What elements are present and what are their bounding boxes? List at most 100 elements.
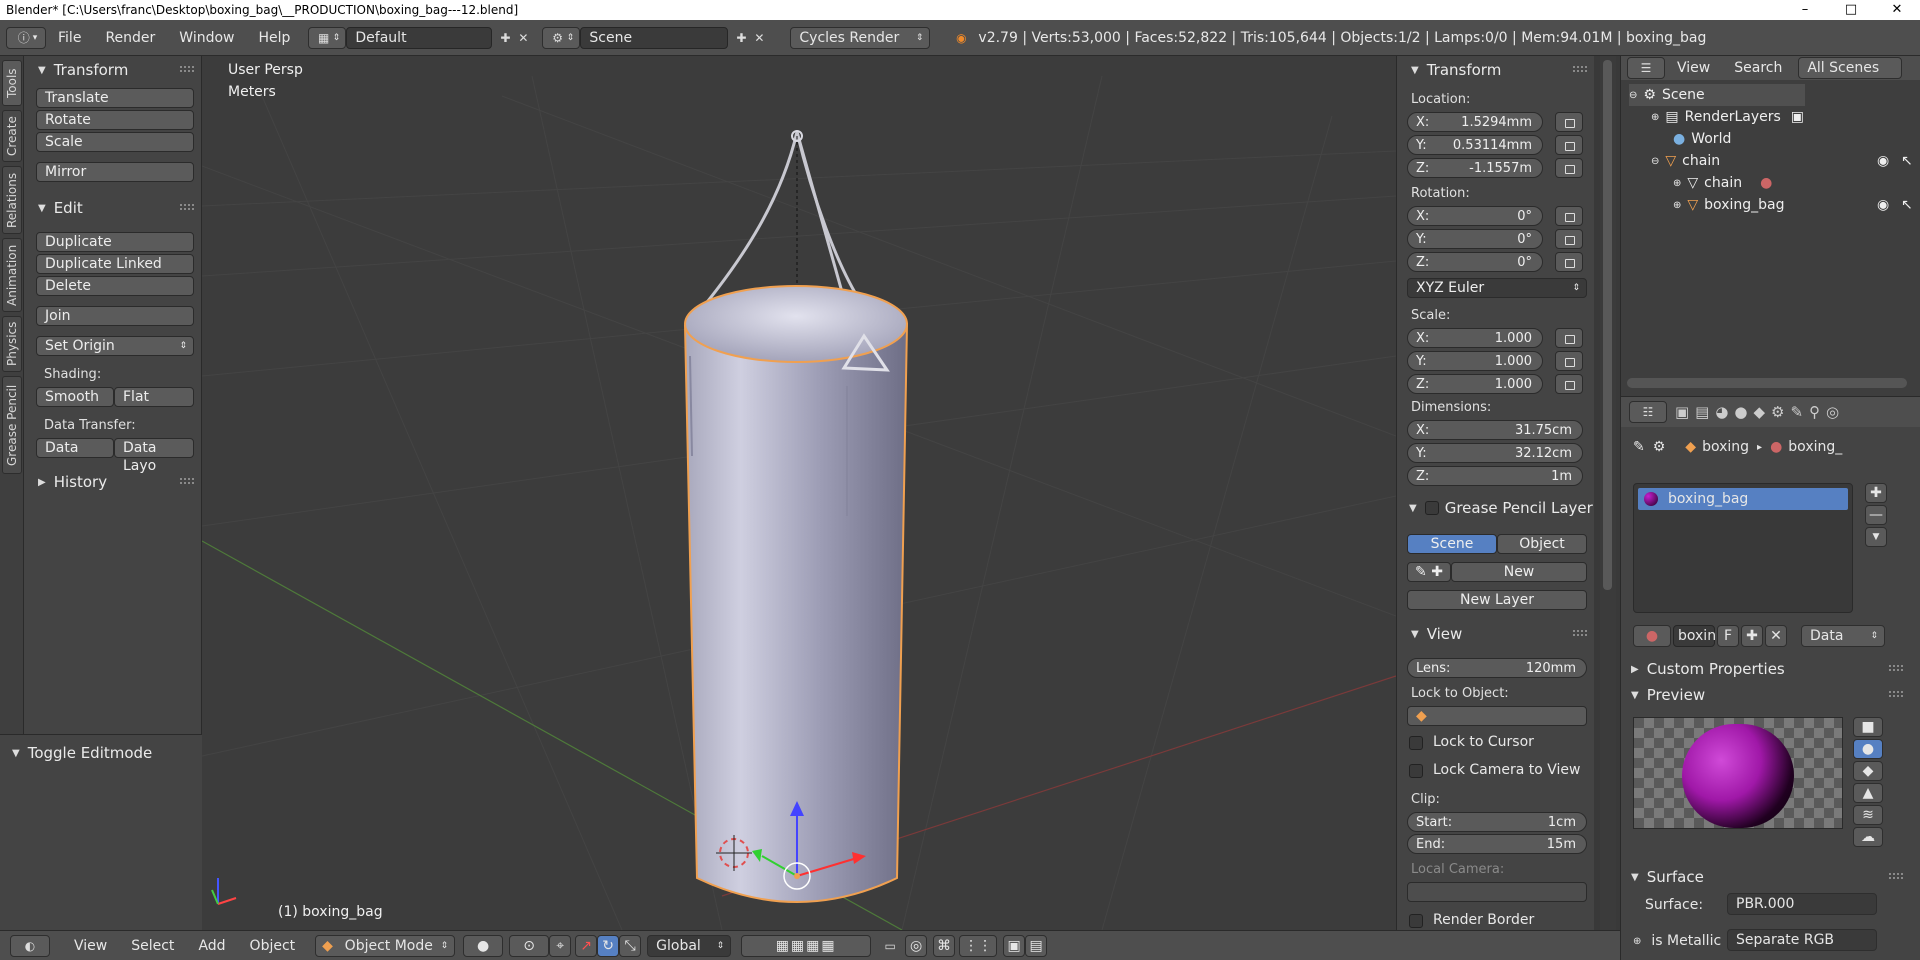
grip-icon[interactable] <box>180 66 194 72</box>
rotation-y-field[interactable]: Y: 0° <box>1407 229 1543 249</box>
add-layout-icon[interactable]: ✚ <box>496 29 514 47</box>
new-material-icon[interactable]: ✚ <box>1741 625 1763 647</box>
preview-hair-icon[interactable]: ≋ <box>1853 805 1883 825</box>
expand-icon[interactable]: ⊕ <box>1673 200 1681 211</box>
grip-icon[interactable] <box>1889 873 1903 879</box>
tab-animation[interactable]: Animation <box>2 238 22 312</box>
lock-location-x-icon[interactable] <box>1555 112 1583 132</box>
mirror-button[interactable]: Mirror <box>36 162 194 182</box>
render-border-checkbox[interactable] <box>1409 914 1423 928</box>
collapse-icon[interactable]: ⊖ <box>1651 156 1659 167</box>
outliner-row-chain-object[interactable]: ⊖ ▽ chain ◉ ↖ <box>1651 150 1919 172</box>
shading-smooth-button[interactable]: Smooth <box>36 387 114 407</box>
lock-to-cursor-checkbox[interactable] <box>1409 736 1423 750</box>
lock-layers-icon[interactable]: ▭ <box>881 937 899 955</box>
add-slot-icon[interactable]: ✚ <box>1865 483 1887 503</box>
select-cursor-icon[interactable]: ↖ <box>1901 197 1913 213</box>
outliner-row-world[interactable]: ● World <box>1673 128 1873 150</box>
menu-view[interactable]: View <box>62 938 119 954</box>
lock-scale-y-icon[interactable] <box>1555 351 1583 371</box>
outliner-row-scene[interactable]: ⊖ ⚙ Scene <box>1629 84 1805 106</box>
lock-location-y-icon[interactable] <box>1555 135 1583 155</box>
collapse-icon[interactable]: ⊖ <box>1629 90 1637 101</box>
pin-icon[interactable]: ✎ <box>1633 439 1645 455</box>
gp-scene-button[interactable]: Scene <box>1407 534 1497 554</box>
preview-panel-header[interactable]: ▼ Preview <box>1621 683 1911 707</box>
properties-editor-type-button[interactable]: ☷ <box>1629 401 1667 423</box>
menu-file[interactable]: File <box>46 30 93 46</box>
custom-properties-header[interactable]: ▶ Custom Properties <box>1621 657 1911 681</box>
layout-name-field[interactable]: Default <box>346 26 493 49</box>
preview-sky-icon[interactable]: ☁ <box>1853 827 1883 847</box>
tab-grease-pencil[interactable]: Grease Pencil <box>2 376 22 474</box>
grip-icon[interactable] <box>1889 665 1903 671</box>
expand-icon[interactable]: ⊕ <box>1673 178 1681 189</box>
gp-pencil-icon[interactable]: ✎ ✚ <box>1407 562 1451 582</box>
gp-object-button[interactable]: Object <box>1497 534 1587 554</box>
visibility-eye-icon[interactable]: ◉ <box>1877 153 1889 169</box>
render-animation-icon[interactable]: ▤ <box>1025 934 1048 957</box>
maximize-button[interactable]: □ <box>1828 0 1874 20</box>
tab-physics[interactable]: Physics <box>2 316 22 372</box>
manipulator-toggle-icon[interactable]: ⌖ <box>549 934 572 957</box>
outliner-editor-type-button[interactable]: ☰ <box>1627 57 1665 79</box>
scale-y-field[interactable]: Y: 1.000 <box>1407 351 1543 371</box>
preview-monkey-icon[interactable]: ▲ <box>1853 783 1883 803</box>
outliner-display-mode-dropdown[interactable]: All Scenes <box>1798 57 1903 79</box>
translate-manipulator-icon[interactable]: ↗ <box>575 934 598 957</box>
material-preview-image[interactable] <box>1633 717 1843 829</box>
rotate-manipulator-icon[interactable]: ↻ <box>597 934 620 957</box>
transform-orientation-dropdown[interactable]: Global ⇕ <box>647 934 732 957</box>
duplicate-button[interactable]: Duplicate <box>36 232 194 252</box>
duplicate-linked-button[interactable]: Duplicate Linked <box>36 254 194 274</box>
material-browse-button[interactable]: ● <box>1633 625 1671 647</box>
proportional-edit-icon[interactable]: ◎ <box>905 934 928 957</box>
lock-scale-z-icon[interactable] <box>1555 374 1583 394</box>
material-link-dropdown[interactable]: Data ⇕ <box>1801 625 1885 647</box>
gp-new-button[interactable]: New <box>1451 562 1587 582</box>
grip-icon[interactable] <box>180 204 194 210</box>
editor-type-3dview-button[interactable]: ◐ <box>10 934 50 957</box>
render-icon[interactable]: ▣ <box>1791 109 1804 125</box>
material-slot-item[interactable]: boxing_bag <box>1638 488 1848 510</box>
shading-flat-button[interactable]: Flat <box>114 387 194 407</box>
remove-layout-icon[interactable]: ✕ <box>514 29 532 47</box>
material-slot-list[interactable]: boxing_bag <box>1633 483 1853 613</box>
clip-end-field[interactable]: End: 15m <box>1407 834 1587 854</box>
context-tabs-icons[interactable]: ▣▤◕●◆⚙✎⚲◎ <box>1675 403 1845 421</box>
lock-rotation-y-icon[interactable] <box>1555 229 1583 249</box>
transform-panel-header[interactable]: ▼ Transform <box>1397 58 1595 82</box>
dimensions-x-field[interactable]: X: 31.75cm <box>1407 420 1583 440</box>
properties-region-scrollbar[interactable] <box>1600 56 1616 930</box>
add-scene-icon[interactable]: ✚ <box>732 29 750 47</box>
lock-location-z-icon[interactable] <box>1555 158 1583 178</box>
tab-create[interactable]: Create <box>2 110 22 162</box>
menu-help[interactable]: Help <box>246 30 302 46</box>
preview-sphere-icon[interactable]: ● <box>1853 739 1883 759</box>
history-panel-header[interactable]: ▶ History <box>24 470 202 494</box>
outliner-row-chain-mesh[interactable]: ⊕ ▽ chain ● <box>1673 172 1873 194</box>
editor-type-info-button[interactable]: ⓘ ▾ <box>6 26 46 49</box>
render-still-icon[interactable]: ▣ <box>1003 934 1026 957</box>
gp-new-layer-button[interactable]: New Layer <box>1407 590 1587 610</box>
snap-element-dropdown[interactable]: ⋮⋮ <box>959 934 998 957</box>
grease-pencil-panel-header[interactable]: ▼ Grease Pencil Layer <box>1397 496 1595 520</box>
minimize-button[interactable]: – <box>1782 0 1828 20</box>
scale-button[interactable]: Scale <box>36 132 194 152</box>
rotation-z-field[interactable]: Z: 0° <box>1407 252 1543 272</box>
layer-buttons[interactable]: ▦▦▦▦ <box>741 934 872 957</box>
local-camera-field[interactable] <box>1407 882 1587 902</box>
tab-relations[interactable]: Relations <box>2 166 22 234</box>
lock-rotation-z-icon[interactable] <box>1555 252 1583 272</box>
remove-slot-icon[interactable]: — <box>1865 505 1887 525</box>
lock-camera-checkbox[interactable] <box>1409 764 1423 778</box>
lock-scale-x-icon[interactable] <box>1555 328 1583 348</box>
menu-object[interactable]: Object <box>238 938 308 954</box>
expand-icon[interactable]: ⊕ <box>1633 936 1641 947</box>
menu-window[interactable]: Window <box>167 30 246 46</box>
rotation-x-field[interactable]: X: 0° <box>1407 206 1543 226</box>
outliner-menu-search[interactable]: Search <box>1722 60 1794 76</box>
outliner-row-boxing-bag[interactable]: ⊕ ▽ boxing_bag ◉ ↖ <box>1673 194 1919 216</box>
scene-browse-button[interactable]: ⚙ ⇕ <box>542 26 581 49</box>
scale-z-field[interactable]: Z: 1.000 <box>1407 374 1543 394</box>
